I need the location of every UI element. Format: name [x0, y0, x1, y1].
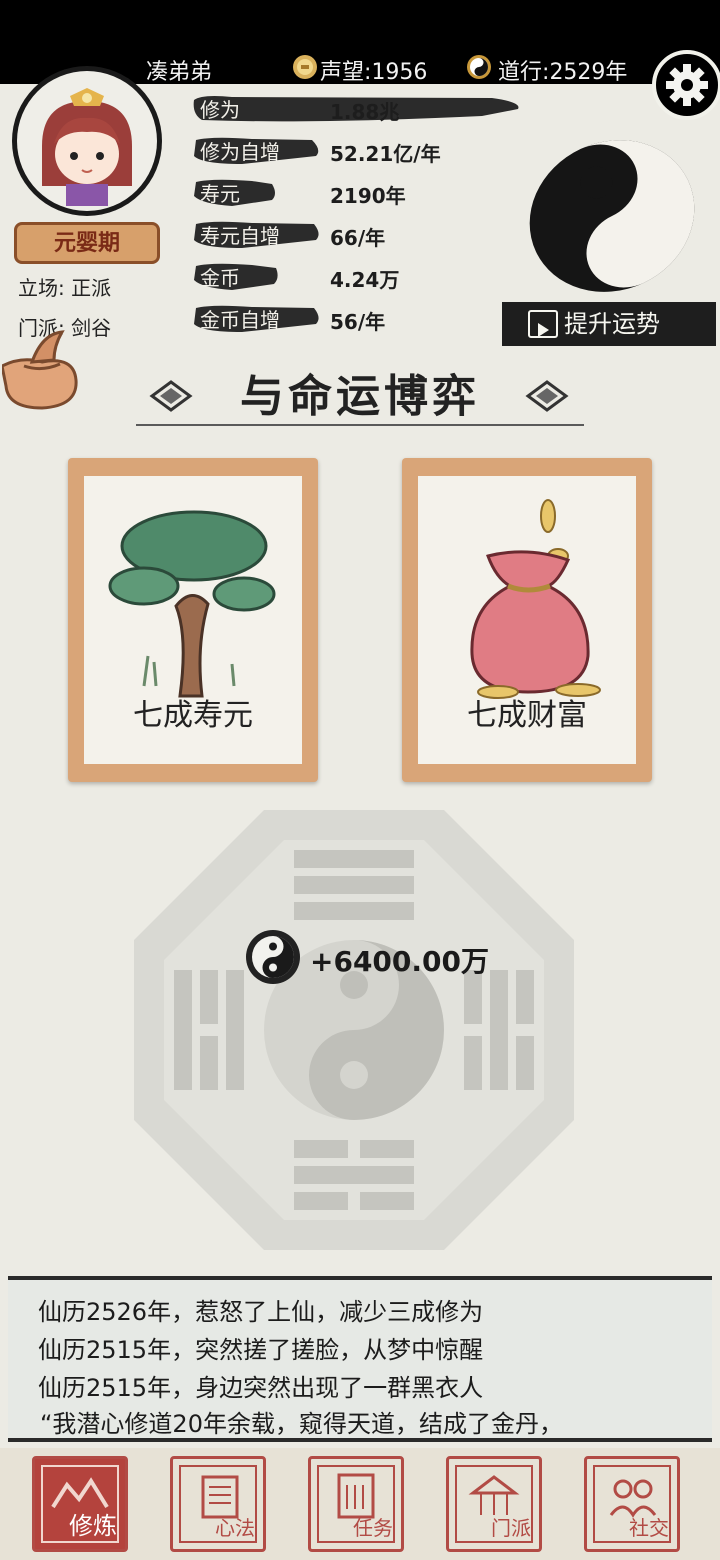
stance-label: 立场: 正派: [18, 276, 112, 300]
realm-badge: 元婴期: [14, 222, 160, 264]
title-ornament-left-icon: [149, 380, 193, 412]
stat-value: 4.24万: [330, 268, 400, 292]
nav-sect[interactable]: 门派: [446, 1456, 542, 1552]
character-portrait-icon: [17, 71, 157, 211]
log-entry: “我潜心修道20年余载，窥得天道，结成了金丹，: [40, 1410, 563, 1438]
stat-row-cultivation-growth: 修为自增 52.21亿/年: [192, 132, 522, 172]
nav-cultivate[interactable]: 修炼: [32, 1456, 128, 1552]
fortune-yinyang-icon: [529, 140, 695, 292]
yinyang-coin-icon: [246, 930, 300, 984]
title-divider: [136, 424, 584, 426]
stat-label: 修为: [200, 98, 240, 122]
nav-label: 社交: [629, 1516, 669, 1540]
play-video-icon: [528, 310, 558, 338]
boost-fortune-label: 提升运势: [564, 310, 660, 338]
stat-row-gold: 金币 4.24万: [192, 258, 522, 298]
nav-techniques[interactable]: 心法: [170, 1456, 266, 1552]
tree-icon: [108, 510, 276, 698]
stat-label: 寿元: [200, 182, 240, 206]
stat-label: 金币自增: [200, 308, 280, 332]
bottom-navigation: 修炼 心法 任务 门派 社交: [0, 1448, 720, 1560]
stat-label: 修为自增: [200, 140, 280, 164]
stat-label: 金币: [200, 266, 240, 290]
nav-label: 门派: [491, 1516, 531, 1540]
stat-row-cultivation: 修为 1.88兆: [192, 90, 522, 130]
card-label: 七成财富: [467, 698, 587, 733]
stat-row-gold-growth: 金币自增 56/年: [192, 300, 522, 340]
daoxing-yinyang-icon: [467, 55, 491, 79]
stat-label: 寿元自增: [200, 224, 280, 248]
page-title: 与命运博弈: [240, 371, 480, 422]
card-label: 七成寿元: [133, 698, 253, 733]
stat-value: 1.88兆: [330, 100, 400, 124]
nav-label: 修炼: [69, 1512, 117, 1540]
gear-icon: [666, 64, 708, 106]
reputation-value: 1956: [371, 60, 428, 85]
daoxing-label: 道行:2529年: [498, 60, 628, 85]
log-entry: 仙历2515年，突然搓了搓脸，从梦中惊醒: [38, 1336, 484, 1364]
reward-indicator: +6400.00万: [244, 926, 524, 986]
card-face: 七成寿元: [84, 476, 302, 764]
stat-value: 56/年: [330, 310, 386, 334]
choice-card-wealth[interactable]: 七成财富: [402, 458, 652, 782]
nav-tasks[interactable]: 任务: [308, 1456, 404, 1552]
nav-label: 任务: [353, 1516, 393, 1540]
choice-card-lifespan[interactable]: 七成寿元: [68, 458, 318, 782]
money-bag-icon: [470, 499, 601, 699]
stat-value: 52.21亿/年: [330, 142, 441, 166]
log-entry: 仙历2515年，身边突然出现了一群黑衣人: [38, 1374, 484, 1402]
player-avatar[interactable]: [12, 66, 162, 216]
settings-button[interactable]: [652, 50, 720, 120]
stat-value: 66/年: [330, 226, 386, 250]
bagua-emblem-icon: [134, 810, 574, 1250]
stat-value: 2190年: [330, 184, 406, 208]
boost-fortune-button[interactable]: 提升运势: [502, 302, 716, 346]
card-face: 七成财富: [418, 476, 636, 764]
daoxing-value: 2529年: [549, 60, 628, 85]
reputation-label: 声望:1956: [320, 60, 428, 85]
inventory-bag-icon[interactable]: [2, 326, 82, 410]
reputation-coin-icon: [293, 55, 317, 79]
stat-row-lifespan-growth: 寿元自增 66/年: [192, 216, 522, 256]
reward-amount: +6400.00万: [310, 945, 489, 978]
log-entry: 仙历2526年，惹怒了上仙，减少三成修为: [38, 1298, 484, 1326]
player-name: 凑弟弟: [146, 60, 213, 85]
nav-social[interactable]: 社交: [584, 1456, 680, 1552]
title-ornament-right-icon: [525, 380, 569, 412]
event-log-panel[interactable]: 仙历2526年，惹怒了上仙，减少三成修为 仙历2515年，突然搓了搓脸，从梦中惊…: [8, 1276, 712, 1442]
nav-label: 心法: [215, 1516, 255, 1540]
stat-row-lifespan: 寿元 2190年: [192, 174, 522, 214]
